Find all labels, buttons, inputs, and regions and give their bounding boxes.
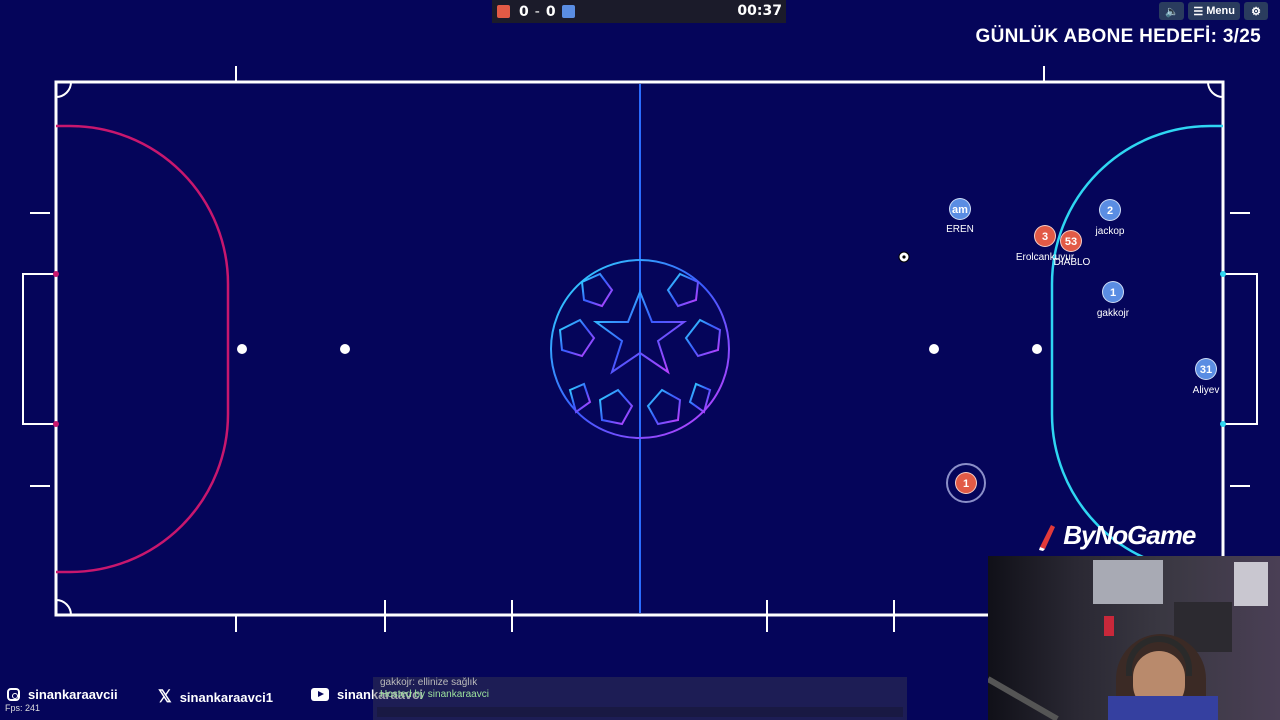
player-badge: 53 [1060,230,1082,252]
hamburger-icon: ☰ [1193,5,1204,18]
sound-button[interactable]: 🔈 [1159,2,1185,20]
menu-label: Menu [1206,5,1235,17]
top-right-controls: 🔈 ☰ Menu ⚙ [1159,2,1268,20]
x-handle: sinankaraavci1 [179,689,273,705]
wall-picture [1093,560,1163,604]
player-badge: 2 [1099,199,1121,221]
hoodie [1108,696,1218,720]
menu-button[interactable]: ☰ Menu [1188,2,1240,20]
wall-picture [1234,562,1268,606]
right-penalty-area [1050,124,1223,574]
webcam-feed [988,556,1280,720]
scoreboard: 0 - 0 00:37 [492,0,786,23]
fps-counter: Fps: 241 [5,703,41,713]
player-name: EREN [946,224,974,235]
brand-logo: ByNoGame [1037,520,1196,552]
blue-team-color [561,5,575,18]
player-name: Aliyev [1192,385,1220,396]
x-icon: 𝕏 [158,687,172,706]
instagram-icon [7,688,20,701]
right-goal [1222,273,1258,425]
chat-input[interactable] [377,707,903,717]
chat-line: gakkojr: ellinize sağlık [380,677,478,688]
left-penalty-area [56,124,230,574]
match-timer: 00:37 [737,3,782,19]
shelf-item [1104,616,1114,636]
chat-box: gakkojr: ellinize sağlık Hosted by sinan… [373,677,907,720]
player-name: gakkojr [1096,308,1130,319]
player-name: DIABLO [1053,257,1091,268]
red-team-color [497,5,510,18]
brand-mark-icon [1039,525,1055,552]
score-separator: - [534,3,540,20]
blue-score: 0 [545,3,556,20]
game-ball [898,251,910,263]
player-badge: am [949,198,971,220]
player-badge: 31 [1195,358,1217,380]
settings-button[interactable]: ⚙ [1244,2,1268,20]
gear-icon: ⚙ [1251,5,1261,18]
social-instagram: sinankaraavcii [7,687,118,702]
brand-name: ByNoGame [1063,520,1196,550]
instagram-handle: sinankaraavcii [28,687,118,702]
subscriber-goal: GÜNLÜK ABONE HEDEFİ: 3/25 [975,26,1261,47]
social-x: 𝕏 sinankaraavci1 [158,687,273,707]
youtube-icon [311,688,329,701]
left-goal [22,273,57,425]
player-name: jackop [1095,226,1125,237]
chat-line: Hosted by sinankaraavci [380,689,489,700]
player-badge: 3 [1034,225,1056,247]
speaker-icon: 🔈 [1165,5,1179,18]
controlled-player-badge: 1 [955,472,977,494]
red-score: 0 [519,3,529,20]
player-badge: 1 [1102,281,1124,303]
